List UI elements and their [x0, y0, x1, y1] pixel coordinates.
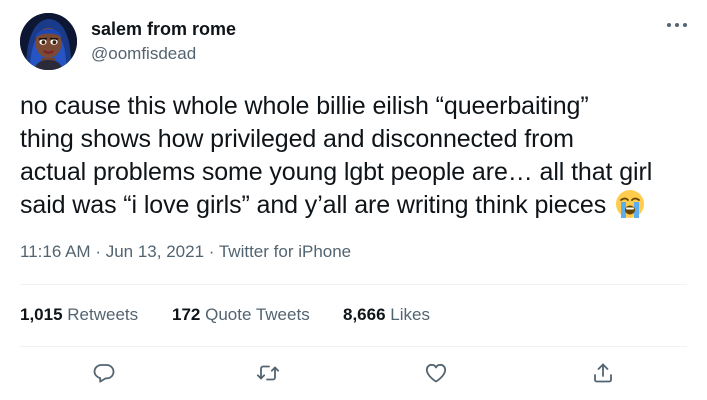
likes-label: Likes [390, 305, 430, 324]
tweet-card: salem from rome @oomfisdead no cause thi… [0, 0, 707, 400]
tweet-meta: 11:16 AM · Jun 13, 2021 · Twitter for iP… [20, 241, 351, 263]
likes-stat[interactable]: 8,666 Likes [343, 304, 430, 326]
like-button[interactable] [421, 358, 451, 388]
divider [20, 346, 687, 347]
tweet-text-line: said was “i love girls” and y’all are wr… [20, 191, 607, 219]
quote-tweets-stat[interactable]: 172 Quote Tweets [172, 304, 310, 326]
tweet-text-line: actual problems some young lgbt people a… [20, 158, 653, 186]
action-bar [0, 352, 707, 392]
handle[interactable]: @oomfisdead [91, 44, 196, 64]
retweet-button[interactable] [253, 358, 283, 388]
tweet-text-line-last: said was “i love girls” and y’all are wr… [20, 189, 692, 228]
reply-icon [93, 364, 115, 383]
retweets-label: Retweets [67, 305, 139, 324]
like-icon [425, 363, 447, 383]
share-icon [594, 363, 612, 383]
tweet-text: no cause this whole whole billie eilish … [20, 90, 692, 228]
avatar-icon [20, 13, 77, 70]
display-name[interactable]: salem from rome [91, 18, 236, 40]
tweet-date[interactable]: Jun 13, 2021 [106, 242, 204, 261]
share-button[interactable] [588, 358, 618, 388]
more-options-button[interactable] [660, 14, 694, 36]
meta-separator: · [95, 242, 101, 261]
meta-separator: · [208, 242, 215, 261]
retweet-icon [256, 365, 280, 381]
likes-count: 8,666 [343, 305, 386, 324]
divider [20, 284, 687, 285]
more-icon [667, 23, 687, 27]
quote-tweets-count: 172 [172, 305, 201, 324]
quote-tweets-label: Quote Tweets [205, 305, 310, 324]
loudly-crying-face-icon [615, 189, 645, 228]
tweet-time[interactable]: 11:16 AM [20, 242, 91, 261]
reply-button[interactable] [89, 358, 119, 388]
retweets-count: 1,015 [20, 305, 63, 324]
tweet-source[interactable]: Twitter for iPhone [219, 242, 351, 261]
retweets-stat[interactable]: 1,015 Retweets [20, 304, 138, 326]
tweet-text-line: no cause this whole whole billie eilish … [20, 92, 589, 120]
tweet-text-line: thing shows how privileged and disconnec… [20, 125, 574, 153]
avatar[interactable] [20, 13, 77, 70]
